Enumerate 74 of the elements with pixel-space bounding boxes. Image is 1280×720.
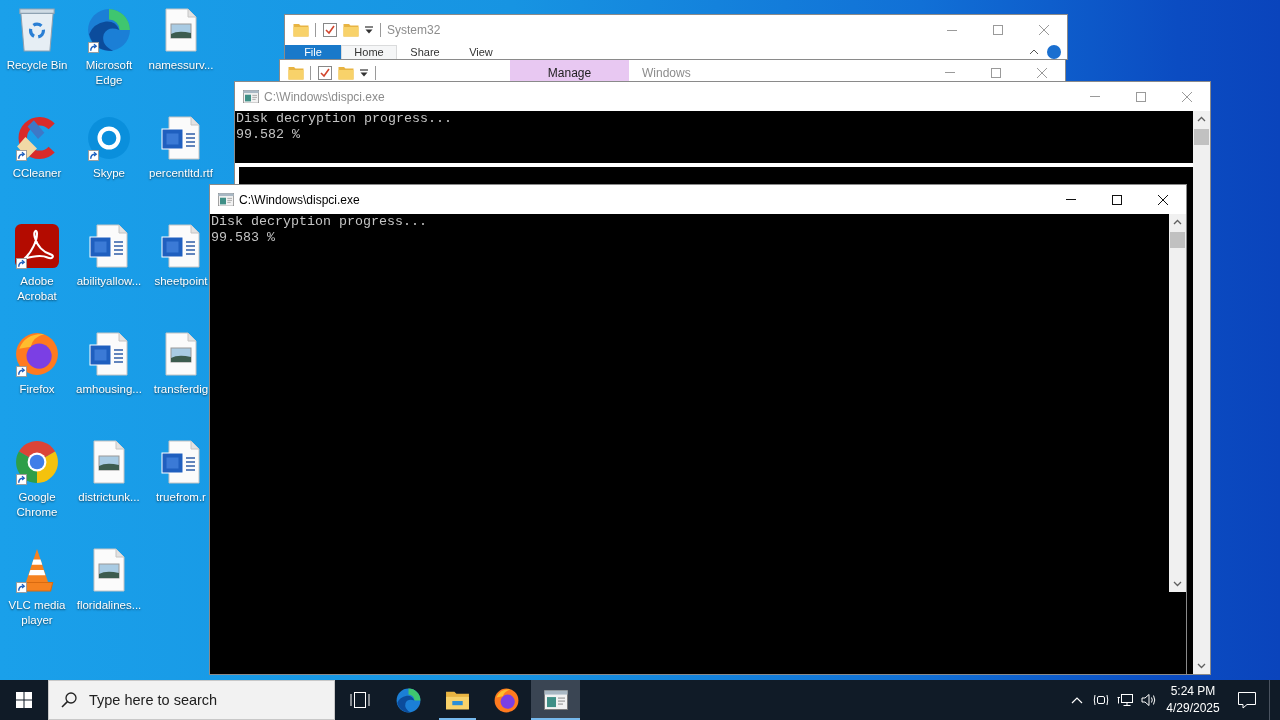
windows-logo-icon (16, 692, 32, 708)
icon-label[interactable]: abilityallow... (76, 274, 142, 289)
network-icon[interactable] (1117, 693, 1133, 707)
maximize-icon (1112, 194, 1122, 205)
maximize-icon (1136, 91, 1146, 102)
dropdown-caret-icon[interactable] (359, 68, 369, 77)
checklist-icon[interactable] (322, 22, 338, 38)
chrome-icon[interactable] (15, 440, 59, 484)
icon-label[interactable]: Skype (93, 166, 125, 181)
window-title: C:\Windows\dispci.exe (264, 89, 385, 104)
console-window-icon (543, 689, 568, 711)
icon-label[interactable]: amhousing... (76, 382, 142, 397)
checklist-icon[interactable] (317, 64, 333, 81)
close-icon (1182, 91, 1192, 102)
word-document-icon[interactable] (87, 224, 131, 268)
window-title: Windows (642, 65, 691, 80)
taskbar-app-button[interactable] (531, 680, 580, 720)
camera-icon[interactable] (1093, 693, 1109, 707)
clock-date[interactable]: 4/29/2025 (1166, 701, 1220, 716)
console-text: 99.582 % (236, 127, 300, 143)
icon-label[interactable]: Firefox (19, 382, 55, 397)
minimize-icon (1066, 199, 1076, 200)
acrobat-icon[interactable] (15, 224, 59, 268)
ribbon-tab[interactable]: Home (341, 45, 397, 59)
close-icon (1039, 25, 1049, 35)
icon-label[interactable]: CCleaner (12, 166, 62, 181)
word-document-icon[interactable] (159, 224, 203, 268)
scrollbar-thumb[interactable] (1194, 129, 1209, 145)
skype-icon[interactable] (87, 116, 131, 160)
file-menu-tab[interactable]: File (285, 45, 341, 59)
edge-icon[interactable] (87, 8, 131, 52)
icon-label[interactable]: Adobe Acrobat (1, 274, 73, 304)
volume-icon[interactable] (1141, 693, 1157, 707)
task-view-icon (349, 691, 370, 709)
console-text: Disk decryption progress... (236, 111, 452, 127)
minimize-icon (945, 72, 955, 73)
console-text: Disk decryption progress... (211, 214, 427, 230)
close-icon (1037, 67, 1047, 78)
console-text: 99.583 % (211, 230, 275, 246)
icon-label[interactable]: transferdig (153, 382, 209, 397)
window-title: C:\Windows\dispci.exe (239, 192, 360, 207)
icon-label[interactable]: VLC media player (1, 598, 73, 628)
notification-icon[interactable] (1238, 691, 1256, 709)
search-field[interactable]: Type here to search (48, 680, 335, 720)
icon-label[interactable]: namessurv... (148, 58, 214, 73)
ribbon-tab[interactable]: View (453, 45, 509, 59)
icon-label[interactable]: Recycle Bin (6, 58, 68, 73)
help-icon[interactable] (1047, 45, 1061, 59)
clock-time[interactable]: 5:24 PM (1170, 684, 1216, 699)
word-document-icon[interactable] (87, 332, 131, 376)
console-window-icon (243, 89, 259, 104)
dropdown-caret-icon[interactable] (364, 26, 374, 34)
icon-label[interactable]: percentltd.rtf (149, 166, 213, 181)
icon-label[interactable]: districtunk... (78, 490, 140, 505)
icon-label[interactable]: sheetpoint (154, 274, 208, 289)
firefox-icon[interactable] (15, 332, 59, 376)
word-document-icon[interactable] (159, 440, 203, 484)
search-icon (61, 692, 77, 708)
ribbon-tab[interactable]: Share (397, 45, 453, 59)
console-window-icon (218, 192, 234, 207)
contextual-tab[interactable]: Manage (510, 60, 629, 84)
scrollbar-thumb[interactable] (1170, 232, 1185, 248)
window-title: System32 (387, 23, 441, 37)
close-icon (1158, 194, 1168, 205)
maximize-icon (993, 25, 1003, 35)
chevron-up-icon[interactable] (1029, 49, 1039, 55)
word-document-icon[interactable] (159, 116, 203, 160)
icon-label[interactable]: truefrom.r (156, 490, 206, 505)
icon-label[interactable]: Google Chrome (1, 490, 73, 520)
minimize-icon (947, 29, 957, 31)
maximize-icon (991, 67, 1001, 78)
icon-label[interactable]: floridalines... (76, 598, 142, 613)
minimize-icon (1090, 96, 1100, 97)
icon-label[interactable]: Microsoft Edge (73, 58, 145, 88)
